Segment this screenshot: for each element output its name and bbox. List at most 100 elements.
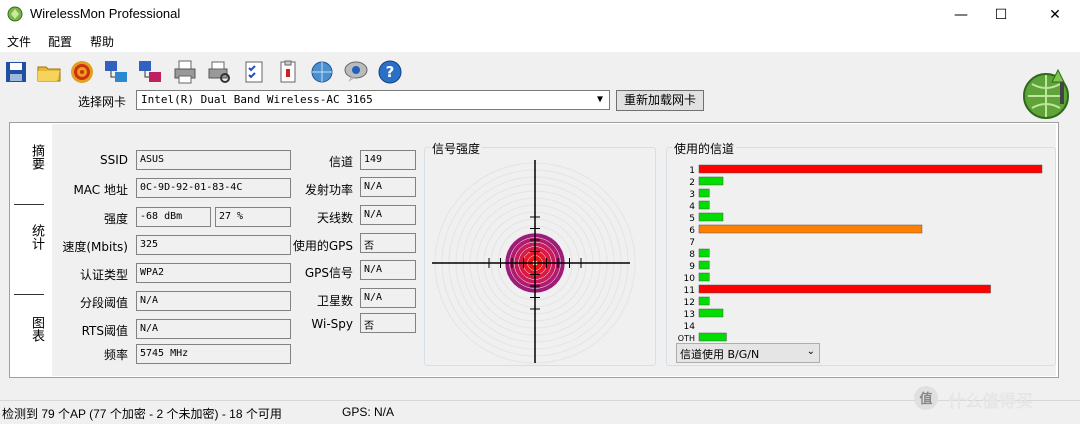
channel-usage-chart: 1234567891011121314OTH <box>678 164 1043 343</box>
auth-type-label: 认证类型 <box>79 268 128 282</box>
rts-threshold-field: N/A <box>136 319 291 339</box>
frequency-label: 频率 <box>103 348 128 362</box>
open-folder-icon[interactable] <box>36 59 62 85</box>
globe-update-icon[interactable] <box>309 59 335 85</box>
window-title: WirelessMon Professional <box>30 6 181 21</box>
nic-select[interactable]: Intel(R) Dual Band Wireless-AC 3165 ▼ <box>136 90 610 110</box>
status-gps: GPS: N/A <box>342 405 395 419</box>
channel-tick-label: 8 <box>689 250 695 260</box>
rts-threshold-label: RTS阈值 <box>81 324 128 338</box>
menu-config[interactable]: 配置 <box>48 33 72 50</box>
speed-field: 325 <box>136 235 291 255</box>
close-button[interactable]: ✕ <box>1032 0 1078 30</box>
channel-tick-label: 14 <box>684 322 696 332</box>
checklist-icon[interactable] <box>241 59 267 85</box>
maximize-button[interactable]: ☐ <box>978 0 1024 30</box>
gps-signal-field: N/A <box>360 260 416 280</box>
ssid-label: SSID <box>99 153 128 167</box>
channel-filter-value: 信道使用 B/G/N <box>680 348 760 361</box>
print-preview-icon[interactable] <box>206 59 232 85</box>
channel-bar <box>698 188 710 198</box>
nic-label: 选择网卡 <box>78 95 127 109</box>
channel-tick-label: 6 <box>689 226 695 236</box>
menu-help[interactable]: 帮助 <box>90 33 114 50</box>
channel-tick-label: 9 <box>689 262 695 272</box>
channel-bar <box>698 212 724 222</box>
frequency-field: 5745 MHz <box>136 344 291 364</box>
channel-bar <box>698 200 710 210</box>
channel-label: 信道 <box>328 155 353 169</box>
channel-bar <box>698 296 710 306</box>
gps-used-field: 否 <box>360 233 416 253</box>
strength-dbm-field: -68 dBm <box>136 207 211 227</box>
signal-strength-title: 信号强度 <box>430 140 483 157</box>
tab-statistics[interactable]: 统计 <box>16 224 46 250</box>
chevron-down-icon[interactable]: ⌄ <box>807 346 815 357</box>
wispy-label: Wi-Spy <box>311 317 353 331</box>
fragment-threshold-label: 分段阈值 <box>79 296 128 310</box>
speed-label: 速度(Mbits) <box>62 240 128 254</box>
ssid-field: ASUS <box>136 150 291 170</box>
title-bar: WirelessMon Professional — ☐ ✕ <box>0 0 1080 30</box>
channel-filter-select[interactable]: 信道使用 B/G/N ⌄ <box>676 343 820 363</box>
tab-summary[interactable]: 摘要 <box>16 144 46 170</box>
wispy-field: 否 <box>360 313 416 333</box>
channel-bar <box>698 224 923 234</box>
channel-bar <box>698 164 1043 174</box>
watermark-logo: 值 <box>914 386 938 410</box>
tx-power-label: 发射功率 <box>304 183 353 197</box>
strength-label: 强度 <box>103 212 128 226</box>
vertical-tab-strip: 摘要 统计 图表 <box>12 124 52 380</box>
toolbar: ? <box>0 56 1080 88</box>
menu-bar: 文件 配置 帮助 <box>0 30 1080 52</box>
channel-tick-label: 13 <box>684 310 695 320</box>
channel-field: 149 <box>360 150 416 170</box>
svg-text:?: ? <box>386 63 395 81</box>
status-ap-summary: 检测到 79 个AP (77 个加密 - 2 个未加密) - 18 个可用 <box>2 407 282 421</box>
gps-used-label: 使用的GPS <box>292 239 353 253</box>
channel-bar <box>698 176 724 186</box>
antenna-count-field: N/A <box>360 205 416 225</box>
strength-percent-field: 27 % <box>215 207 291 227</box>
network-adapter-alt-icon[interactable] <box>137 59 163 85</box>
channel-bar <box>698 308 724 318</box>
channel-tick-label: 11 <box>684 286 695 296</box>
chevron-down-icon[interactable]: ▼ <box>593 92 607 108</box>
tab-charts[interactable]: 图表 <box>16 316 46 342</box>
tab-divider <box>14 204 44 205</box>
chat-icon[interactable] <box>343 59 369 85</box>
channel-tick-label: 10 <box>684 274 696 284</box>
mac-address-label: MAC 地址 <box>73 183 128 197</box>
reload-nic-button[interactable]: 重新加载网卡 <box>616 90 704 111</box>
satellite-count-label: 卫星数 <box>316 294 353 308</box>
channel-bar <box>698 332 727 342</box>
help-icon[interactable]: ? <box>377 59 403 85</box>
channel-tick-label: 5 <box>689 214 695 224</box>
channel-tick-label: 12 <box>684 298 695 308</box>
svg-text:值: 值 <box>919 391 932 407</box>
channel-tick-label: 1 <box>689 166 695 176</box>
watermark: 值 什么值得买 <box>912 384 1072 414</box>
channel-tick-label: 3 <box>689 190 695 200</box>
antenna-count-label: 天线数 <box>316 211 353 225</box>
gps-signal-label: GPS信号 <box>304 266 353 280</box>
target-icon[interactable] <box>69 59 95 85</box>
app-icon <box>7 6 23 22</box>
channel-usage-title: 使用的信道 <box>672 140 737 157</box>
clipboard-icon[interactable] <box>275 59 301 85</box>
network-adapter-icon[interactable] <box>103 59 129 85</box>
tx-power-field: N/A <box>360 177 416 197</box>
fragment-threshold-field: N/A <box>136 291 291 311</box>
channel-tick-label: 4 <box>689 202 695 212</box>
wirelessmon-logo <box>1023 68 1069 119</box>
menu-file[interactable]: 文件 <box>7 33 31 50</box>
satellite-count-field: N/A <box>360 288 416 308</box>
channel-bar <box>698 248 710 258</box>
save-icon[interactable] <box>3 59 29 85</box>
channel-tick-label: 2 <box>689 178 695 188</box>
printer-icon[interactable] <box>172 59 198 85</box>
mac-address-field: 0C-9D-92-01-83-4C <box>136 178 291 198</box>
auth-type-field: WPA2 <box>136 263 291 283</box>
nic-select-value: Intel(R) Dual Band Wireless-AC 3165 <box>141 93 373 106</box>
channel-bar <box>698 260 710 270</box>
